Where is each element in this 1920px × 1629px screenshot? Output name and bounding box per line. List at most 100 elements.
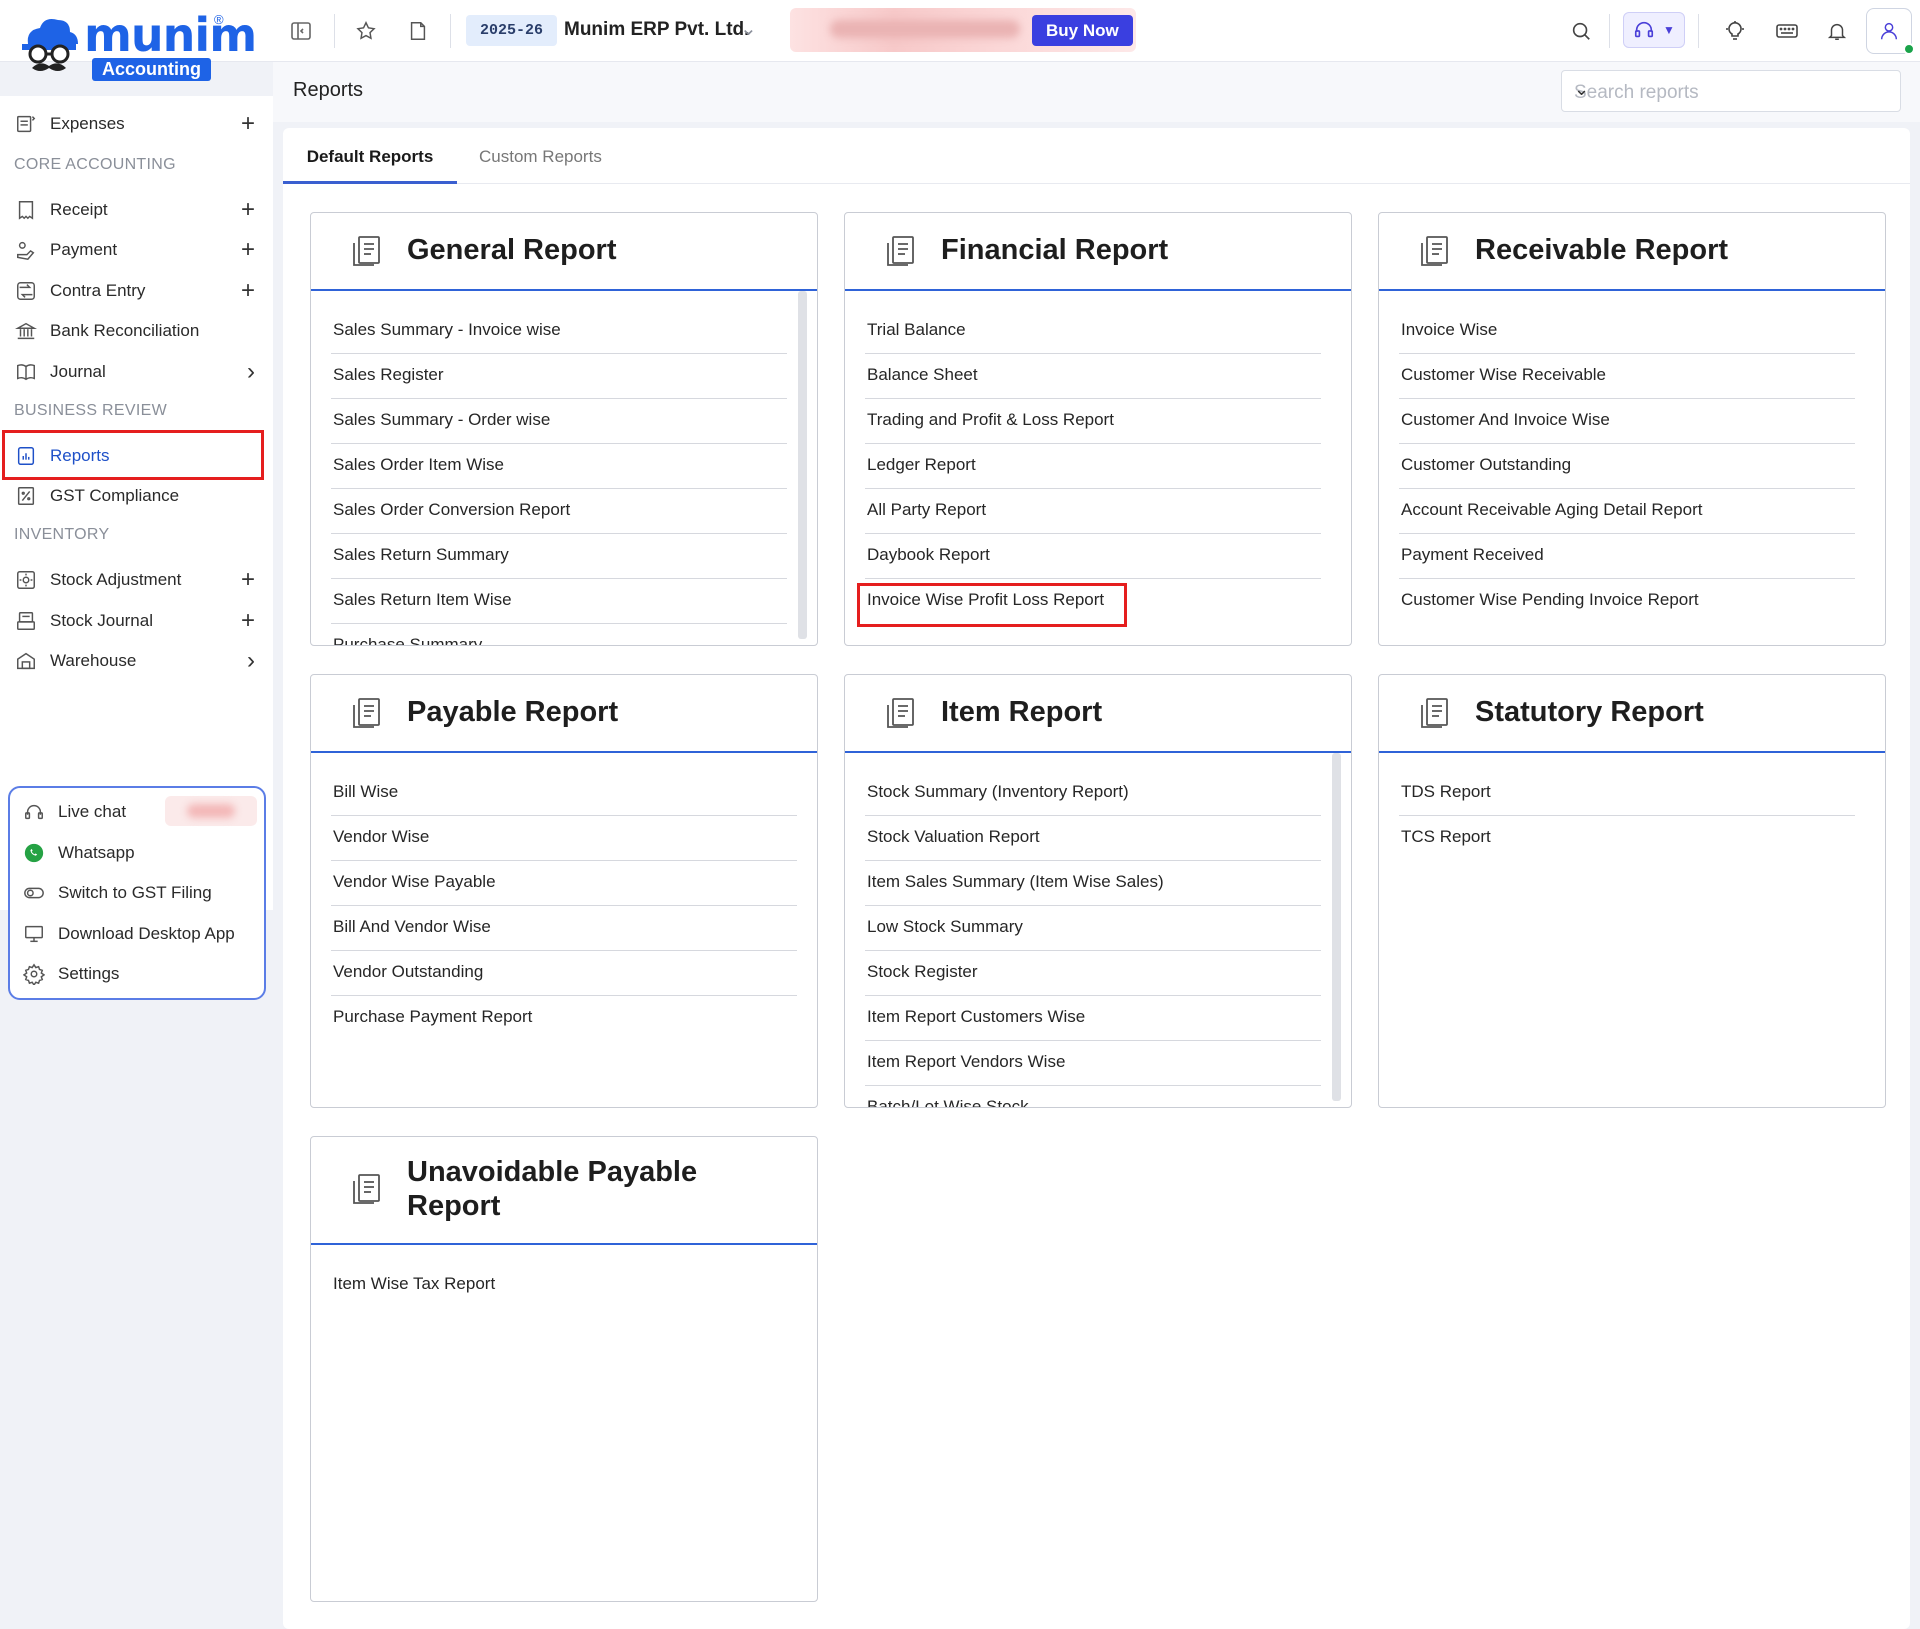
ideas-button[interactable] — [1712, 8, 1758, 54]
report-link[interactable]: Item Report Vendors Wise — [865, 1041, 1321, 1086]
card-title: Unavoidable Payable Report — [407, 1155, 697, 1223]
sidebar-item-stock-journal[interactable]: Stock Journal + — [0, 601, 273, 641]
report-link[interactable]: Stock Register — [865, 951, 1321, 996]
card-header: General Report — [311, 213, 817, 291]
report-link[interactable]: Customer Wise Pending Invoice Report — [1399, 579, 1855, 624]
report-link[interactable]: Sales Register — [331, 354, 787, 399]
search-reports-select[interactable]: Search reports ⌄ — [1561, 70, 1901, 112]
sidebar-item-bank-reconciliation[interactable]: Bank Reconciliation — [0, 311, 273, 351]
journal-icon — [14, 360, 38, 384]
report-link[interactable]: Ledger Report — [865, 444, 1321, 489]
report-list: Invoice Wise Customer Wise Receivable Cu… — [1399, 309, 1855, 624]
report-link[interactable]: Sales Summary - Order wise — [331, 399, 787, 444]
report-link[interactable]: Item Wise Tax Report — [331, 1263, 787, 1308]
report-card-general: General Report Sales Summary - Invoice w… — [310, 212, 818, 646]
report-link[interactable]: Vendor Wise — [331, 816, 797, 861]
report-link[interactable]: Purchase Payment Report — [331, 996, 797, 1041]
favorites-button[interactable] — [343, 8, 389, 54]
company-dropdown-icon[interactable]: ⌄ — [740, 16, 757, 41]
support-button[interactable]: ▼ — [1623, 12, 1685, 48]
report-link[interactable]: Sales Summary - Invoice wise — [331, 309, 787, 354]
report-link[interactable]: Account Receivable Aging Detail Report — [1399, 489, 1855, 534]
expand-warehouse-icon[interactable]: › — [247, 647, 255, 675]
report-link[interactable]: Low Stock Summary — [865, 906, 1321, 951]
report-link[interactable]: Item Report Customers Wise — [865, 996, 1321, 1041]
card-title: Receivable Report — [1475, 234, 1729, 266]
card-scrollbar[interactable] — [798, 291, 807, 639]
search-icon — [1572, 22, 1590, 40]
company-name[interactable]: Munim ERP Pvt. Ltd. — [564, 19, 749, 41]
report-card-unavoidable-payable: Unavoidable Payable Report Item Wise Tax… — [310, 1136, 818, 1602]
report-link[interactable]: Item Sales Summary (Item Wise Sales) — [865, 861, 1321, 906]
brand-logo[interactable]: munim ® Accounting — [18, 8, 257, 86]
buy-now-button[interactable]: Buy Now — [1032, 15, 1133, 46]
tab-default-reports[interactable]: Default Reports — [283, 128, 457, 184]
keyboard-shortcuts-button[interactable] — [1764, 8, 1810, 54]
report-link[interactable]: Customer Outstanding — [1399, 444, 1855, 489]
report-link[interactable]: Sales Return Summary — [331, 534, 787, 579]
sidebar-item-receipt[interactable]: Receipt + — [0, 190, 273, 230]
report-link[interactable]: Sales Return Item Wise — [331, 579, 787, 624]
add-stock-adjustment-button[interactable]: + — [241, 566, 255, 594]
sidebar-item-payment[interactable]: Payment + — [0, 230, 273, 270]
report-link[interactable]: Daybook Report — [865, 534, 1321, 579]
add-contra-button[interactable]: + — [241, 277, 255, 305]
report-link[interactable]: Bill And Vendor Wise — [331, 906, 797, 951]
report-link[interactable]: Trial Balance — [865, 309, 1321, 354]
contra-icon — [14, 279, 38, 303]
user-avatar[interactable] — [1866, 8, 1915, 55]
report-link[interactable]: Invoice Wise — [1399, 309, 1855, 354]
search-button[interactable] — [1558, 8, 1604, 54]
fiscal-year-chip[interactable]: 2025-26 — [466, 15, 558, 46]
settings-link[interactable]: Settings — [22, 956, 119, 992]
expand-journal-icon[interactable]: › — [247, 358, 255, 386]
report-link[interactable]: Vendor Wise Payable — [331, 861, 797, 906]
report-link[interactable]: Batch/Lot Wise Stock — [865, 1086, 1321, 1107]
sidebar-item-label: Warehouse — [50, 651, 137, 670]
add-stock-journal-button[interactable]: + — [241, 607, 255, 635]
sidebar-item-contra-entry[interactable]: Contra Entry + — [0, 271, 273, 311]
sidebar-item-gst-compliance[interactable]: GST Compliance — [0, 476, 273, 516]
card-scrollbar[interactable] — [1332, 753, 1341, 1101]
report-list: Sales Summary - Invoice wise Sales Regis… — [331, 309, 787, 645]
live-chat-link[interactable]: Live chat — [22, 794, 126, 830]
sidebar: Expenses + CORE ACCOUNTING Receipt + Pay… — [0, 96, 273, 1000]
report-link[interactable]: Stock Valuation Report — [865, 816, 1321, 861]
report-link[interactable]: Sales Order Conversion Report — [331, 489, 787, 534]
invoice-profit-loss-highlight-box — [857, 583, 1127, 627]
report-link[interactable]: Customer And Invoice Wise — [1399, 399, 1855, 444]
download-desktop-app-link[interactable]: Download Desktop App — [22, 916, 235, 952]
sidebar-item-stock-adjustment[interactable]: Stock Adjustment + — [0, 560, 273, 600]
tab-custom-reports[interactable]: Custom Reports — [479, 128, 602, 184]
sidebar-item-warehouse[interactable]: Warehouse › — [0, 641, 273, 681]
report-link[interactable]: TCS Report — [1399, 816, 1855, 861]
top-bar: munim ® Accounting 2025-26 Munim ERP Pvt… — [0, 0, 1920, 81]
report-link[interactable]: Balance Sheet — [865, 354, 1321, 399]
add-receipt-button[interactable]: + — [241, 196, 255, 224]
notes-button[interactable] — [395, 8, 441, 54]
page-title: Reports — [293, 79, 364, 101]
report-link[interactable]: All Party Report — [865, 489, 1321, 534]
report-link[interactable]: Sales Order Item Wise — [331, 444, 787, 489]
sidebar-item-journal[interactable]: Journal › — [0, 352, 273, 392]
report-link[interactable]: TDS Report — [1399, 771, 1855, 816]
report-card-payable: Payable Report Bill Wise Vendor Wise Ven… — [310, 674, 818, 1108]
notifications-button[interactable] — [1814, 8, 1860, 54]
card-title: General Report — [407, 234, 617, 266]
report-link[interactable]: Purchase Summary — [331, 624, 787, 645]
report-link[interactable]: Vendor Outstanding — [331, 951, 797, 996]
report-link[interactable]: Customer Wise Receivable — [1399, 354, 1855, 399]
munim-mascot-icon — [22, 19, 78, 71]
card-header: Unavoidable Payable Report — [311, 1137, 817, 1245]
add-payment-button[interactable]: + — [241, 236, 255, 264]
report-link[interactable]: Bill Wise — [331, 771, 797, 816]
add-expense-button[interactable]: + — [241, 110, 255, 138]
report-link[interactable]: Stock Summary (Inventory Report) — [865, 771, 1321, 816]
report-link[interactable]: Trading and Profit & Loss Report — [865, 399, 1321, 444]
whatsapp-link[interactable]: Whatsapp — [22, 835, 135, 871]
help-item-label: Live chat — [58, 802, 127, 821]
sidebar-toggle-button[interactable] — [278, 8, 324, 54]
switch-gst-filing-link[interactable]: Switch to GST Filing — [22, 875, 212, 911]
report-link[interactable]: Payment Received — [1399, 534, 1855, 579]
sidebar-item-expenses[interactable]: Expenses + — [0, 104, 273, 144]
